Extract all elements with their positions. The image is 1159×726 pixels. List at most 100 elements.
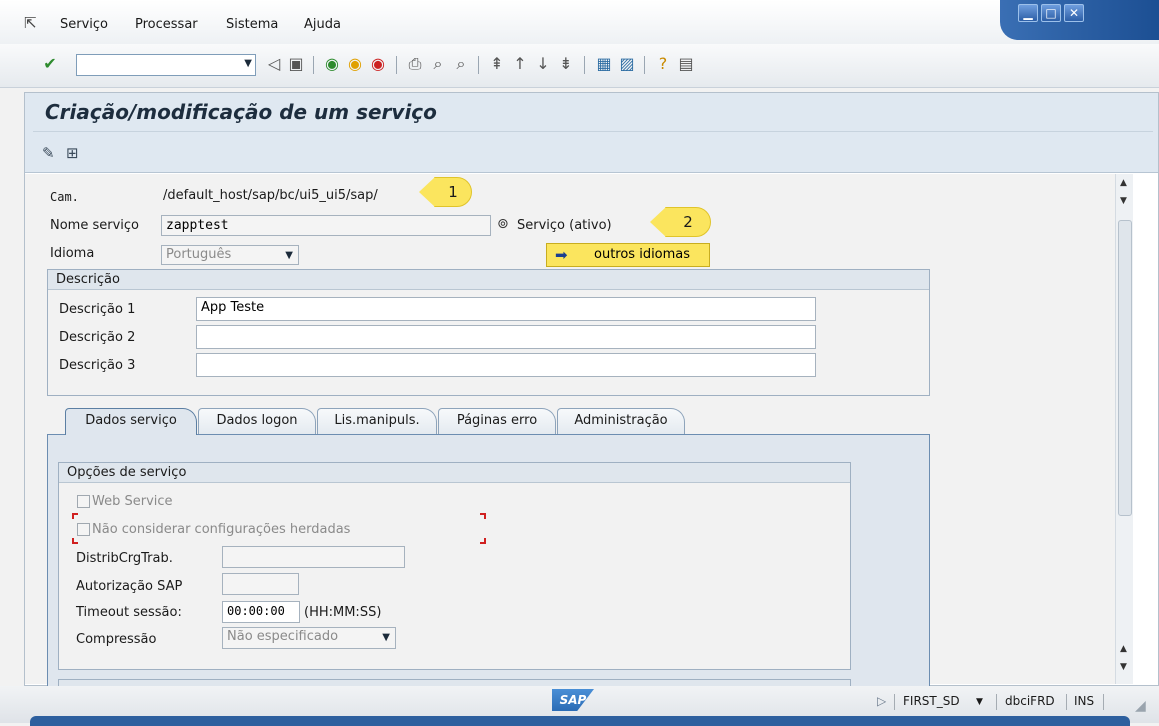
window-bottom-band — [30, 716, 1130, 726]
customize-layout-icon[interactable]: ▤ — [676, 54, 696, 74]
web-service-checkbox[interactable] — [77, 495, 90, 508]
callout-2: 2 — [650, 207, 711, 237]
enter-check-icon[interactable]: ✔ — [40, 54, 60, 74]
scroll-down-icon[interactable]: ▼ — [1120, 662, 1127, 672]
chevron-down-icon[interactable]: ▼ — [244, 58, 252, 69]
previous-page-icon[interactable]: ↑ — [510, 54, 530, 74]
scroll-up-icon[interactable]: ▲ — [1120, 644, 1127, 654]
history-back-icon[interactable]: ◁ — [264, 54, 284, 74]
description-title: Descrição — [48, 270, 929, 290]
separator — [396, 56, 397, 74]
vertical-scrollbar[interactable]: ▲ ▼ ▲ ▼ — [1115, 174, 1133, 684]
compression-label: Compressão — [76, 632, 157, 647]
hierarchy-icon[interactable]: ⊞ — [66, 144, 79, 162]
description-3-field[interactable] — [196, 353, 816, 377]
separator — [584, 56, 585, 74]
first-page-icon[interactable]: ⇞ — [487, 54, 507, 74]
separator — [313, 56, 314, 74]
find-icon[interactable]: ⌕ — [428, 54, 448, 74]
language-label: Idioma — [50, 246, 95, 261]
tab-dados-servico[interactable]: Dados serviço — [65, 408, 197, 435]
chevron-down-icon[interactable]: ▼ — [285, 247, 293, 265]
arrow-right-icon: ➡ — [555, 246, 568, 264]
description-2-label: Descrição 2 — [59, 330, 136, 345]
divider — [33, 131, 1153, 132]
description-3-label: Descrição 3 — [59, 358, 136, 373]
next-group-edge — [58, 679, 851, 686]
chevron-down-icon[interactable]: ▼ — [976, 697, 983, 707]
service-name-label: Nome serviço — [50, 218, 139, 233]
timeout-label: Timeout sessão: — [76, 605, 182, 620]
sap-auth-field[interactable] — [222, 573, 299, 595]
tab-lis-manipuls[interactable]: Lis.manipuls. — [317, 408, 437, 434]
minimize-icon[interactable]: ▁ — [1018, 4, 1038, 22]
language-select[interactable]: Português ▼ — [161, 245, 299, 265]
description-2-field[interactable] — [196, 325, 816, 349]
timeout-hint: (HH:MM:SS) — [304, 605, 382, 620]
back-icon[interactable]: ◉ — [322, 54, 342, 74]
focus-marker — [72, 538, 78, 544]
close-icon[interactable]: ✕ — [1064, 4, 1084, 22]
service-options-group: Opções de serviço — [58, 462, 851, 670]
ignore-inherited-checkbox[interactable] — [77, 523, 90, 536]
separator — [478, 56, 479, 74]
status-toggle-icon[interactable]: ▷ — [877, 694, 886, 708]
ignore-inherited-label: Não considerar configurações herdadas — [92, 522, 351, 537]
path-label: Cam. — [50, 190, 79, 204]
find-next-icon[interactable]: ⌕ — [451, 54, 471, 74]
maximize-icon[interactable]: □ — [1041, 4, 1061, 22]
callout-1: 1 — [419, 177, 472, 207]
chevron-down-icon[interactable]: ▼ — [382, 629, 390, 647]
shortcut-icon[interactable]: ▨ — [617, 54, 637, 74]
description-1-field[interactable]: App Teste — [196, 297, 816, 321]
status-icon: ⊚ — [497, 216, 509, 232]
timeout-field[interactable]: 00:00:00 — [222, 601, 300, 623]
service-options-title: Opções de serviço — [59, 463, 850, 483]
language-value: Português — [166, 247, 232, 262]
tab-dados-logon[interactable]: Dados logon — [198, 408, 316, 434]
path-value: /default_host/sap/bc/ui5_ui5/sap/ — [163, 188, 378, 203]
scroll-down-icon[interactable]: ▼ — [1120, 196, 1127, 206]
insert-mode: INS — [1074, 694, 1095, 708]
load-dist-field[interactable] — [222, 546, 405, 568]
load-dist-label: DistribCrgTrab. — [76, 551, 173, 566]
separator — [996, 694, 997, 710]
focus-marker — [480, 513, 486, 519]
window-controls: ▁ □ ✕ — [1000, 0, 1159, 40]
display-change-icon[interactable]: ✎ — [42, 144, 55, 162]
menu-exit-icon[interactable]: ⇱ — [24, 14, 37, 32]
tab-paginas-erro[interactable]: Páginas erro — [438, 408, 556, 434]
menu-processar[interactable]: Processar — [135, 17, 198, 32]
save-icon[interactable]: ▣ — [286, 54, 306, 74]
sap-auth-label: Autorização SAP — [76, 579, 183, 594]
standard-toolbar: ✔ ▼ ◁ ▣ ◉ ◉ ◉ ⎙ ⌕ ⌕ ⇞ ↑ ↓ ⇟ ▦ ▨ ? ▤ — [0, 44, 1159, 88]
last-page-icon[interactable]: ⇟ — [556, 54, 576, 74]
resize-grip-icon[interactable]: ◢ — [1135, 698, 1146, 714]
menu-ajuda[interactable]: Ajuda — [304, 17, 341, 32]
next-page-icon[interactable]: ↓ — [533, 54, 553, 74]
separator — [894, 694, 895, 710]
other-languages-label: outros idiomas — [594, 247, 691, 262]
command-field[interactable]: ▼ — [76, 54, 256, 76]
compression-value: Não especificado — [227, 629, 339, 644]
cancel-icon[interactable]: ◉ — [368, 54, 388, 74]
separator — [1103, 694, 1104, 710]
service-name-field[interactable]: zapptest — [161, 215, 491, 236]
separator — [644, 56, 645, 74]
scroll-thumb[interactable] — [1118, 220, 1132, 516]
other-languages-button[interactable]: ➡ outros idiomas — [546, 243, 710, 267]
tab-administracao[interactable]: Administração — [557, 408, 685, 434]
system-info[interactable]: FIRST_SD — [903, 694, 960, 708]
compression-select[interactable]: Não especificado ▼ — [222, 627, 396, 649]
server-info: dbciFRD — [1005, 694, 1055, 708]
page-title: Criação/modificação de um serviço — [45, 100, 437, 124]
focus-marker — [72, 513, 78, 519]
print-icon[interactable]: ⎙ — [405, 54, 425, 74]
scroll-up-icon[interactable]: ▲ — [1120, 178, 1127, 188]
service-status: Serviço (ativo) — [517, 218, 612, 233]
new-session-icon[interactable]: ▦ — [594, 54, 614, 74]
exit-icon[interactable]: ◉ — [345, 54, 365, 74]
help-icon[interactable]: ? — [653, 54, 673, 74]
menu-servico[interactable]: Serviço — [60, 17, 108, 32]
menu-sistema[interactable]: Sistema — [226, 17, 278, 32]
